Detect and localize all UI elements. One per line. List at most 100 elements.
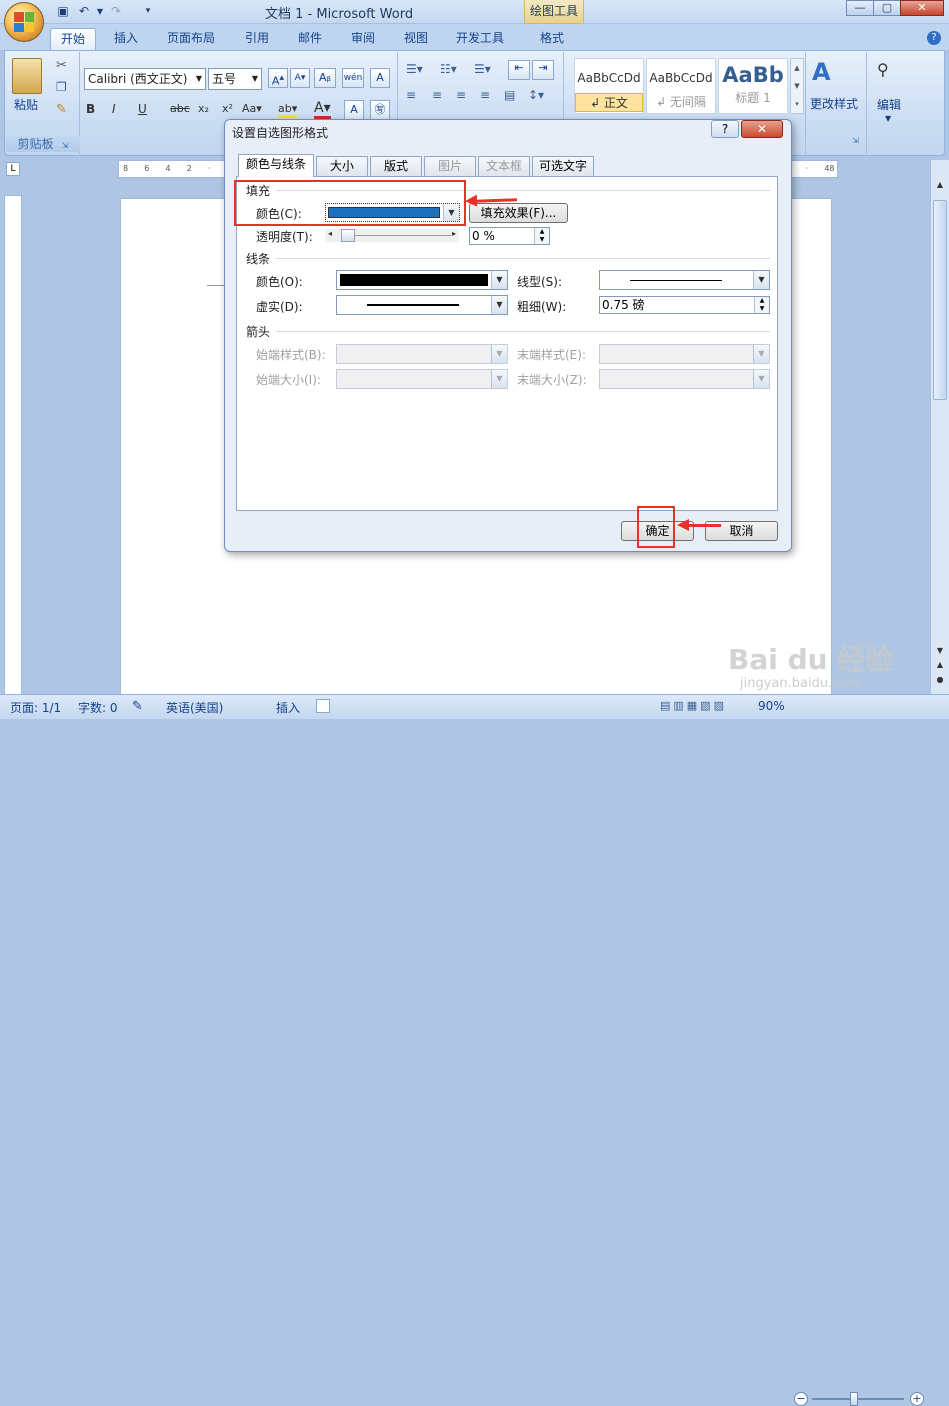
tab-page-layout[interactable]: 页面布局	[157, 28, 225, 50]
enclose-character-icon[interactable]: ㊢	[370, 100, 390, 120]
styles-scroll[interactable]: ▲ ▼ ▾	[790, 58, 804, 114]
multilevel-list-icon[interactable]: ☰▾	[474, 62, 491, 76]
dialog-close-button[interactable]: ✕	[741, 120, 783, 138]
tab-references[interactable]: 引用	[235, 28, 279, 50]
save-icon[interactable]: ▣	[55, 4, 71, 19]
fill-effects-button[interactable]: 填充效果(F)...	[469, 203, 568, 223]
transparency-slider-thumb[interactable]	[341, 229, 355, 242]
subscript-icon[interactable]: x₂	[198, 102, 209, 115]
zoom-in-icon[interactable]: +	[910, 1392, 924, 1406]
line-color-dropdown-icon[interactable]: ▼	[491, 271, 507, 289]
tab-view[interactable]: 视图	[394, 28, 438, 50]
previous-page-icon[interactable]: ▲	[933, 660, 947, 669]
tab-selector[interactable]: L	[6, 162, 20, 176]
tab-review[interactable]: 审阅	[341, 28, 385, 50]
tab-home[interactable]: 开始	[50, 28, 97, 50]
line-style-combo[interactable]: ▼	[599, 270, 770, 290]
select-browse-object-icon[interactable]: ●	[933, 675, 947, 684]
dialog-help-button[interactable]: ?	[711, 120, 739, 138]
character-border-icon[interactable]: A	[370, 68, 390, 88]
paste-icon[interactable]	[12, 58, 42, 94]
customize-qat-icon[interactable]: ▾	[140, 4, 156, 19]
proofing-icon[interactable]: ✎	[132, 699, 143, 714]
tab-format[interactable]: 格式	[530, 28, 574, 50]
scroll-down-icon[interactable]: ▼	[933, 646, 947, 655]
shrink-font-icon[interactable]: A▾	[290, 68, 310, 88]
decrease-indent-icon[interactable]: ⇤	[508, 60, 530, 80]
underline-icon[interactable]: U	[138, 102, 147, 116]
scroll-up-icon[interactable]: ▲	[933, 180, 947, 194]
language-indicator[interactable]: 英语(美国)	[166, 699, 223, 716]
tab-colors-and-lines[interactable]: 颜色与线条	[238, 154, 314, 177]
dash-combo[interactable]: ▼	[336, 295, 508, 315]
distributed-icon[interactable]: ▤	[504, 88, 515, 102]
transparency-spinner[interactable]: ▲ ▼	[534, 228, 549, 244]
line-spacing-icon[interactable]: ↕▾	[528, 88, 544, 102]
align-right-icon[interactable]: ≡	[456, 88, 466, 102]
font-name-combo[interactable]: Calibri (西文正文) ▼	[84, 68, 206, 90]
minimize-button[interactable]: —	[846, 0, 874, 16]
zoom-out-icon[interactable]: −	[794, 1392, 808, 1406]
office-button[interactable]	[4, 2, 44, 42]
style-heading-1[interactable]: AaBb 标题 1	[718, 58, 788, 114]
bold-icon[interactable]: B	[86, 102, 95, 116]
redo-icon[interactable]: ↷	[108, 4, 124, 19]
macro-record-icon[interactable]	[316, 699, 330, 713]
copy-icon[interactable]: ❐	[56, 80, 67, 94]
zoom-slider-thumb[interactable]	[850, 1392, 858, 1406]
find-binoculars-icon[interactable]: ⚲	[877, 60, 889, 79]
tab-alt-text[interactable]: 可选文字	[532, 156, 594, 176]
format-painter-icon[interactable]: ✎	[56, 102, 67, 117]
word-count[interactable]: 字数: 0	[78, 699, 118, 716]
editing-button[interactable]: 编辑	[877, 96, 901, 113]
transparency-slider[interactable]: ◂ ▸	[325, 228, 459, 242]
vertical-scrollbar[interactable]: ▲ ▼ ▲ ●	[930, 160, 949, 694]
change-case-icon[interactable]: Aa▾	[242, 102, 262, 115]
scroll-thumb[interactable]	[933, 200, 947, 400]
align-center-icon[interactable]: ≡	[432, 88, 442, 102]
style-normal[interactable]: AaBbCcDd ↲ 正文	[574, 58, 644, 114]
zoom-slider[interactable]	[812, 1398, 904, 1400]
increase-indent-icon[interactable]: ⇥	[532, 60, 554, 80]
weight-input[interactable]: 0.75 磅 ▲ ▼	[599, 296, 770, 314]
italic-icon[interactable]: I	[112, 102, 116, 116]
transparency-input[interactable]: 0 % ▲ ▼	[469, 227, 550, 245]
change-styles-button[interactable]: 更改样式	[810, 95, 858, 112]
tab-layout[interactable]: 版式	[370, 156, 422, 176]
line-color-combo[interactable]: ▼	[336, 270, 508, 290]
undo-icon[interactable]: ↶	[76, 4, 92, 19]
tab-mailings[interactable]: 邮件	[288, 28, 332, 50]
numbering-icon[interactable]: ☷▾	[440, 62, 457, 76]
character-shading-icon[interactable]: A	[344, 100, 364, 120]
grow-font-icon[interactable]: A▴	[268, 68, 288, 88]
page-count[interactable]: 页面: 1/1	[10, 699, 61, 716]
strikethrough-icon[interactable]: abc	[170, 102, 190, 115]
tab-size[interactable]: 大小	[316, 156, 368, 176]
style-no-spacing[interactable]: AaBbCcDd ↲ 无间隔	[646, 58, 716, 114]
highlight-icon[interactable]: ab▾	[278, 102, 298, 118]
change-styles-icon[interactable]: A	[812, 58, 831, 86]
clear-format-icon[interactable]: Aᵦ	[314, 68, 336, 88]
styles-dialog-launcher-icon[interactable]: ⇲	[852, 136, 859, 145]
close-window-button[interactable]: ✕	[900, 0, 944, 16]
undo-dropdown-icon[interactable]: ▼	[92, 4, 108, 19]
help-icon[interactable]: ?	[927, 31, 941, 45]
weight-spinner[interactable]: ▲ ▼	[754, 297, 769, 313]
zoom-level[interactable]: 90%	[758, 699, 785, 713]
font-color-icon[interactable]: A▾	[314, 100, 331, 119]
phonetic-guide-icon[interactable]: wén	[342, 68, 364, 88]
paste-button[interactable]: 粘贴	[14, 96, 38, 113]
justify-icon[interactable]: ≡	[480, 88, 490, 102]
tab-developer[interactable]: 开发工具	[446, 28, 514, 50]
cut-icon[interactable]: ✂	[56, 58, 67, 73]
insert-mode[interactable]: 插入	[276, 699, 300, 716]
tab-insert[interactable]: 插入	[104, 28, 148, 50]
bullets-icon[interactable]: ☰▾	[406, 62, 423, 76]
font-size-combo[interactable]: 五号 ▼	[208, 68, 262, 90]
view-buttons[interactable]: ▤▥▦▧▨	[660, 699, 727, 712]
line-style-dropdown-icon[interactable]: ▼	[753, 271, 769, 289]
maximize-button[interactable]: ▢	[873, 0, 901, 16]
superscript-icon[interactable]: x²	[222, 102, 233, 115]
align-left-icon[interactable]: ≡	[406, 88, 416, 102]
dash-dropdown-icon[interactable]: ▼	[491, 296, 507, 314]
